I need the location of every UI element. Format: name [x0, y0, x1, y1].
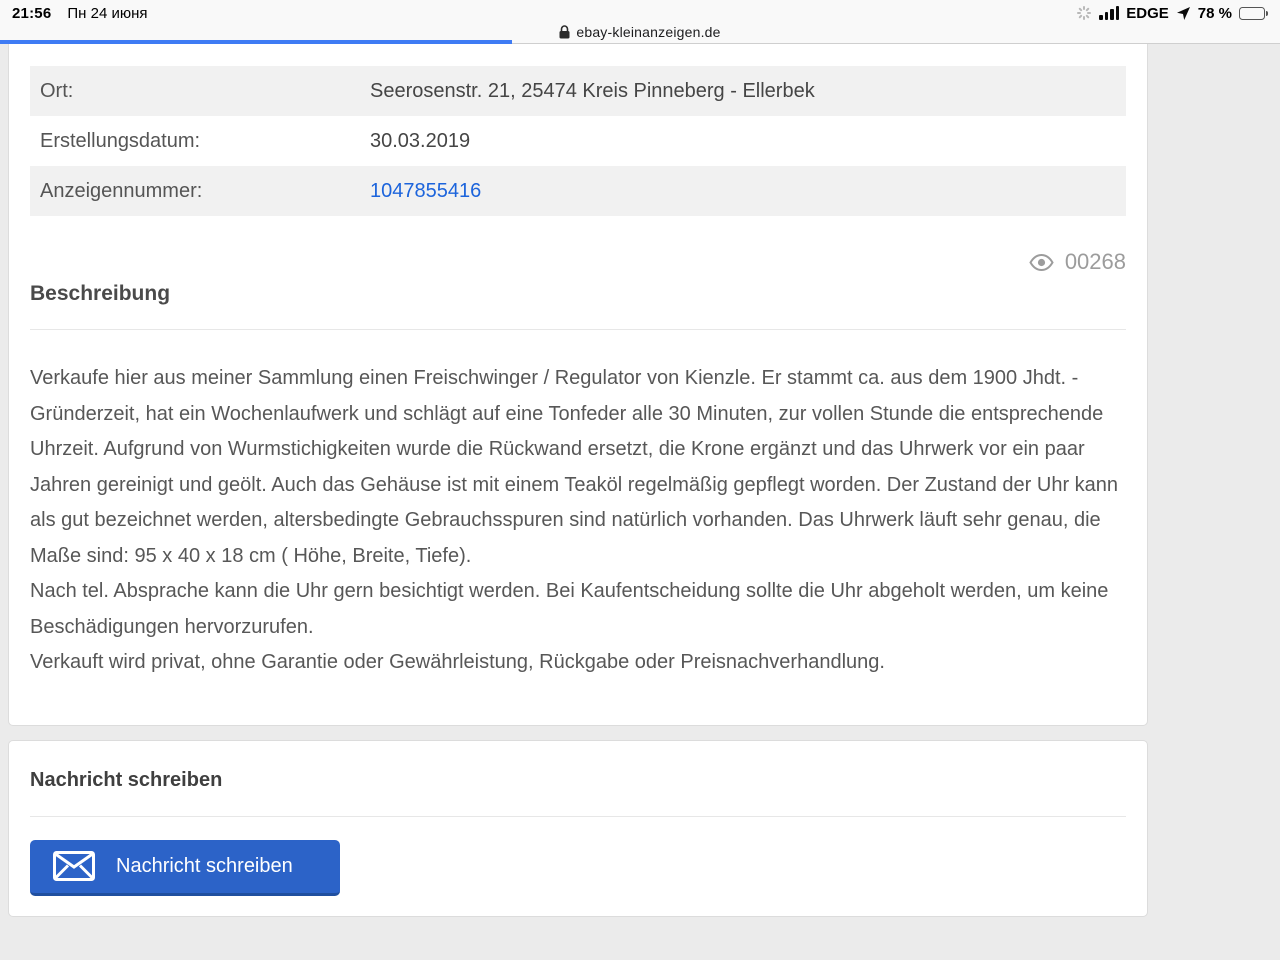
view-counter: 00268: [30, 249, 1126, 275]
contact-card: Nachricht schreiben Nachricht schreiben: [8, 740, 1148, 917]
write-message-button-label: Nachricht schreiben: [116, 855, 293, 878]
status-date: Пн 24 июня: [67, 5, 147, 22]
description-paragraph: Verkauft wird privat, ohne Garantie oder…: [30, 645, 1126, 681]
lock-icon: [559, 25, 570, 39]
detail-row-anzeigennummer: Anzeigennummer: 1047855416: [30, 166, 1126, 216]
description-text: Verkaufe hier aus meiner Sammlung einen …: [30, 361, 1126, 681]
page-content: Ort: Seerosenstr. 21, 25474 Kreis Pinneb…: [0, 44, 1280, 917]
carrier-label: EDGE: [1126, 5, 1169, 22]
detail-label: Ort:: [40, 80, 370, 103]
description-paragraph: Nach tel. Absprache kann die Uhr gern be…: [30, 574, 1126, 645]
contact-heading: Nachricht schreiben: [30, 769, 1126, 792]
write-message-button[interactable]: Nachricht schreiben: [30, 840, 340, 896]
cellular-signal-icon: [1099, 6, 1119, 20]
detail-row-erstellungsdatum: Erstellungsdatum: 30.03.2019: [30, 116, 1126, 166]
envelope-icon: [53, 851, 95, 881]
ad-detail-card: Ort: Seerosenstr. 21, 25474 Kreis Pinneb…: [8, 44, 1148, 726]
description-divider: [30, 329, 1126, 330]
detail-value: Seerosenstr. 21, 25474 Kreis Pinneberg -…: [370, 80, 815, 103]
browser-chrome: 21:56 Пн 24 июня EDGE 78 %: [0, 0, 1280, 44]
detail-row-ort: Ort: Seerosenstr. 21, 25474 Kreis Pinneb…: [30, 66, 1126, 116]
description-heading: Beschreibung: [30, 282, 1126, 306]
url-domain: ebay-kleinanzeigen.de: [576, 24, 720, 40]
battery-icon: [1239, 7, 1268, 20]
network-activity-spinner-icon: [1076, 5, 1092, 21]
contact-divider: [30, 816, 1126, 817]
status-bar: 21:56 Пн 24 июня EDGE 78 %: [0, 3, 1280, 23]
eye-icon: [1029, 254, 1054, 271]
view-count: 00268: [1065, 249, 1126, 275]
location-arrow-icon: [1176, 6, 1191, 21]
battery-percent-label: 78 %: [1198, 5, 1232, 22]
page-load-progress-bar: [0, 40, 512, 44]
ad-number-link[interactable]: 1047855416: [370, 180, 481, 203]
status-time: 21:56: [12, 5, 51, 22]
detail-label: Anzeigennummer:: [40, 180, 370, 203]
description-paragraph: Verkaufe hier aus meiner Sammlung einen …: [30, 361, 1126, 574]
detail-label: Erstellungsdatum:: [40, 130, 370, 153]
detail-value: 30.03.2019: [370, 130, 470, 153]
